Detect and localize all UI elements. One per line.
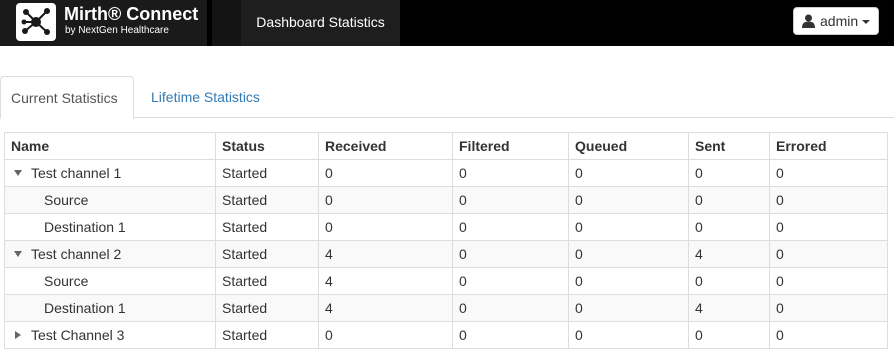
table-row[interactable]: Source Started 4 0 0 0 0 bbox=[4, 267, 888, 295]
table-row[interactable]: Test channel 2 Started 4 0 0 4 0 bbox=[4, 240, 888, 268]
cell-queued: 0 bbox=[568, 321, 689, 349]
cell-filtered: 0 bbox=[452, 267, 569, 295]
mirth-network-logo-icon bbox=[16, 3, 56, 41]
cell-received: 0 bbox=[318, 321, 453, 349]
cell-errored: 0 bbox=[769, 267, 888, 295]
column-header-status[interactable]: Status bbox=[215, 132, 319, 160]
cell-received: 4 bbox=[318, 240, 453, 268]
cell-status: Started bbox=[215, 159, 319, 187]
column-header-received[interactable]: Received bbox=[318, 132, 453, 160]
cell-filtered: 0 bbox=[452, 240, 569, 268]
brand-subtitle: by NextGen Healthcare bbox=[65, 25, 169, 36]
row-name-label: Test channel 2 bbox=[31, 246, 122, 262]
cell-name: Destination 1 bbox=[4, 213, 216, 241]
triangle-down-icon[interactable] bbox=[14, 251, 22, 258]
statistics-table: Name Status Received Filtered Queued Sen… bbox=[4, 132, 888, 349]
table-header-row: Name Status Received Filtered Queued Sen… bbox=[4, 132, 888, 160]
statistics-table-body: Test channel 1 Started 0 0 0 0 0 Source Started 0… bbox=[4, 159, 888, 349]
cell-received: 4 bbox=[318, 267, 453, 295]
tab-lifetime-statistics[interactable]: Lifetime Statistics bbox=[141, 76, 270, 118]
cell-queued: 0 bbox=[568, 186, 689, 214]
row-name-label: Source bbox=[44, 192, 89, 208]
tab-current-statistics[interactable]: Current Statistics bbox=[0, 76, 134, 119]
column-header-filtered[interactable]: Filtered bbox=[452, 132, 569, 160]
cell-name: Test Channel 3 bbox=[4, 321, 216, 349]
table-row[interactable]: Destination 1 Started 4 0 0 4 0 bbox=[4, 294, 888, 322]
table-row[interactable]: Test Channel 3 Started 0 0 0 0 0 bbox=[4, 321, 888, 349]
cell-sent: 0 bbox=[688, 267, 770, 295]
cell-sent: 4 bbox=[688, 294, 770, 322]
cell-name: Test channel 1 bbox=[4, 159, 216, 187]
user-menu-label: admin bbox=[820, 13, 859, 29]
row-name-label: Destination 1 bbox=[44, 219, 126, 235]
cell-filtered: 0 bbox=[452, 213, 569, 241]
brand[interactable]: Mirth® Connect by NextGen Healthcare bbox=[0, 0, 207, 46]
statistics-tabs: Current Statistics Lifetime Statistics bbox=[0, 76, 894, 119]
cell-status: Started bbox=[215, 240, 319, 268]
cell-received: 0 bbox=[318, 186, 453, 214]
column-header-name[interactable]: Name bbox=[4, 132, 216, 160]
user-icon bbox=[802, 14, 815, 28]
nav-item-label: Dashboard Statistics bbox=[256, 14, 385, 30]
cell-errored: 0 bbox=[769, 213, 888, 241]
cell-received: 0 bbox=[318, 213, 453, 241]
row-name-label: Source bbox=[44, 273, 89, 289]
cell-filtered: 0 bbox=[452, 159, 569, 187]
top-navbar: Mirth® Connect by NextGen Healthcare Das… bbox=[0, 0, 894, 46]
cell-errored: 0 bbox=[769, 159, 888, 187]
cell-queued: 0 bbox=[568, 213, 689, 241]
triangle-down-icon[interactable] bbox=[14, 170, 22, 177]
column-header-sent[interactable]: Sent bbox=[688, 132, 770, 160]
table-row[interactable]: Destination 1 Started 0 0 0 0 0 bbox=[4, 213, 888, 241]
cell-name: Source bbox=[4, 186, 216, 214]
row-name-label: Test channel 1 bbox=[31, 165, 122, 181]
cell-status: Started bbox=[215, 321, 319, 349]
cell-name: Test channel 2 bbox=[4, 240, 216, 268]
column-header-queued[interactable]: Queued bbox=[568, 132, 689, 160]
cell-filtered: 0 bbox=[452, 294, 569, 322]
cell-status: Started bbox=[215, 186, 319, 214]
cell-errored: 0 bbox=[769, 240, 888, 268]
cell-errored: 0 bbox=[769, 186, 888, 214]
cell-queued: 0 bbox=[568, 240, 689, 268]
brand-name: Mirth® Connect bbox=[64, 4, 199, 24]
cell-received: 0 bbox=[318, 159, 453, 187]
caret-down-icon bbox=[862, 20, 870, 24]
row-name-label: Destination 1 bbox=[44, 300, 126, 316]
triangle-right-icon[interactable] bbox=[15, 331, 21, 340]
column-header-errored[interactable]: Errored bbox=[769, 132, 888, 160]
nav-separator bbox=[212, 0, 241, 46]
cell-sent: 0 bbox=[688, 186, 770, 214]
cell-errored: 0 bbox=[769, 294, 888, 322]
cell-received: 4 bbox=[318, 294, 453, 322]
row-name-label: Test Channel 3 bbox=[31, 327, 125, 343]
table-row[interactable]: Test channel 1 Started 0 0 0 0 0 bbox=[4, 159, 888, 187]
user-menu-button[interactable]: admin bbox=[793, 7, 879, 35]
cell-name: Source bbox=[4, 267, 216, 295]
cell-sent: 4 bbox=[688, 240, 770, 268]
cell-queued: 0 bbox=[568, 267, 689, 295]
cell-sent: 0 bbox=[688, 213, 770, 241]
cell-sent: 0 bbox=[688, 321, 770, 349]
cell-sent: 0 bbox=[688, 159, 770, 187]
cell-status: Started bbox=[215, 267, 319, 295]
cell-queued: 0 bbox=[568, 159, 689, 187]
cell-status: Started bbox=[215, 213, 319, 241]
table-row[interactable]: Source Started 0 0 0 0 0 bbox=[4, 186, 888, 214]
cell-filtered: 0 bbox=[452, 186, 569, 214]
cell-filtered: 0 bbox=[452, 321, 569, 349]
cell-status: Started bbox=[215, 294, 319, 322]
nav-item-dashboard-statistics[interactable]: Dashboard Statistics bbox=[241, 0, 400, 46]
cell-name: Destination 1 bbox=[4, 294, 216, 322]
cell-errored: 0 bbox=[769, 321, 888, 349]
cell-queued: 0 bbox=[568, 294, 689, 322]
